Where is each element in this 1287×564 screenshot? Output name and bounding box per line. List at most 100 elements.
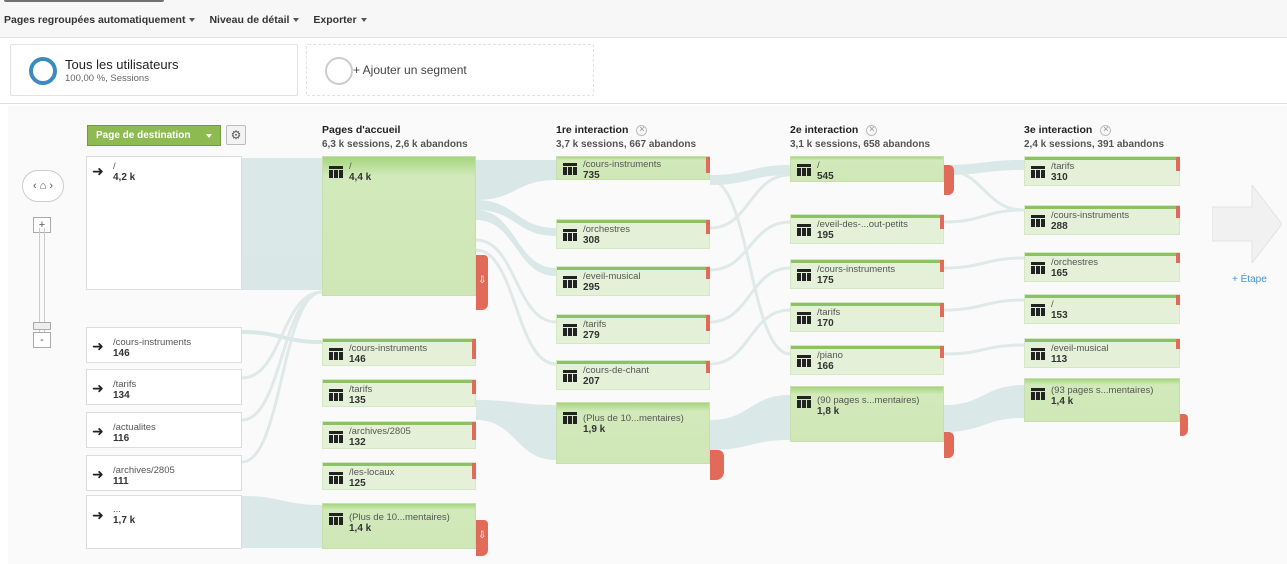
page-node[interactable]: /cours-instruments 175 bbox=[790, 259, 944, 289]
page-node[interactable]: /cours-de-chant 207 bbox=[556, 360, 710, 390]
page-icon bbox=[797, 312, 811, 324]
landing-node[interactable]: ➜ /cours-instruments 146 bbox=[86, 327, 242, 363]
page-icon bbox=[563, 324, 577, 336]
page-node[interactable]: (90 pages s...mentaires) 1,8 k bbox=[790, 386, 944, 442]
page-node[interactable]: /orchestres 308 bbox=[556, 219, 710, 249]
page-node[interactable]: /piano 166 bbox=[790, 345, 944, 375]
node-value: 1,9 k bbox=[583, 424, 606, 435]
node-value: 135 bbox=[349, 395, 366, 406]
add-step-arrow-icon[interactable] bbox=[1212, 185, 1282, 263]
page-node[interactable]: /archives/2805 132 bbox=[322, 421, 476, 449]
landing-node[interactable]: ➜ ... 1,7 k bbox=[86, 495, 242, 549]
page-icon bbox=[329, 472, 343, 484]
flow-link bbox=[943, 168, 1025, 212]
page-node[interactable]: /153 bbox=[1024, 294, 1180, 324]
dropoff-bar bbox=[1176, 157, 1180, 171]
entry-arrow-icon: ➜ bbox=[92, 466, 104, 482]
page-node[interactable]: /eveil-musical 113 bbox=[1024, 338, 1180, 368]
node-name: /piano bbox=[817, 350, 843, 361]
zoom-slider-handle[interactable] bbox=[33, 322, 51, 330]
node-name: /cours-instruments bbox=[113, 337, 192, 348]
dropoff-bar[interactable] bbox=[1180, 414, 1188, 436]
node-value: 125 bbox=[349, 478, 366, 489]
flow-link bbox=[943, 208, 1025, 224]
column-header-interaction-2: 2e interaction 3,1 k sessions, 658 aband… bbox=[790, 124, 930, 151]
flow-link bbox=[943, 343, 1025, 356]
dropoff-bar[interactable]: ⇩ bbox=[476, 255, 488, 310]
node-name: /cours-instruments bbox=[583, 159, 662, 170]
node-bar bbox=[323, 463, 475, 466]
zoom-out-label: - bbox=[40, 334, 44, 346]
page-node[interactable]: /eveil-des-...out-petits 195 bbox=[790, 214, 944, 244]
dropoff-bar[interactable] bbox=[944, 432, 954, 458]
flow-link bbox=[709, 266, 791, 324]
node-value: 288 bbox=[1051, 221, 1068, 232]
page-icon bbox=[1031, 388, 1045, 400]
page-icon bbox=[329, 389, 343, 401]
remove-step-icon[interactable] bbox=[866, 124, 878, 136]
node-name: /orchestres bbox=[1051, 257, 1098, 268]
node-value: 1,4 k bbox=[1051, 396, 1074, 407]
node-bar bbox=[1025, 157, 1179, 160]
dropoff-bar bbox=[706, 361, 710, 373]
home-icon: ⌂ bbox=[39, 180, 47, 192]
page-node[interactable]: /tarifs 170 bbox=[790, 302, 944, 332]
node-bar bbox=[557, 220, 709, 223]
dropoff-bar bbox=[706, 267, 710, 279]
node-name: /tarifs bbox=[349, 384, 373, 395]
landing-node[interactable]: ➜ /tarifs 134 bbox=[86, 369, 242, 405]
gear-icon[interactable]: ⚙ bbox=[226, 125, 246, 145]
zoom-out-button[interactable]: - bbox=[33, 332, 51, 348]
page-icon bbox=[563, 276, 577, 288]
page-node[interactable]: /tarifs 135 bbox=[322, 379, 476, 407]
page-icon bbox=[563, 229, 577, 241]
node-name: /eveil-des-...out-petits bbox=[817, 219, 908, 230]
page-node[interactable]: (Plus de 10...mentaires) 1,4 k bbox=[322, 503, 476, 549]
flow-link bbox=[476, 160, 556, 200]
page-icon bbox=[1031, 215, 1045, 227]
page-icon bbox=[797, 224, 811, 236]
node-name: /archives/2805 bbox=[349, 426, 411, 437]
page-node[interactable]: (93 pages s...mentaires) 1,4 k bbox=[1024, 378, 1180, 422]
node-value: 1,7 k bbox=[113, 515, 136, 526]
remove-step-icon[interactable] bbox=[1100, 124, 1112, 136]
page-node[interactable]: /les-locaux 125 bbox=[322, 462, 476, 490]
flow-link bbox=[710, 165, 790, 185]
flow-link bbox=[476, 400, 556, 460]
landing-node[interactable]: ➜ /archives/2805 111 bbox=[86, 455, 242, 491]
dropoff-bar[interactable] bbox=[944, 165, 954, 195]
dropoff-bar[interactable] bbox=[710, 450, 724, 480]
page-node[interactable]: /cours-instruments 288 bbox=[1024, 205, 1180, 235]
node-bar bbox=[323, 339, 475, 342]
page-node[interactable]: /cours-instruments 735 bbox=[556, 156, 710, 181]
node-value: 195 bbox=[817, 230, 834, 241]
node-name: (93 pages s...mentaires) bbox=[1051, 385, 1154, 396]
page-node[interactable]: /orchestres 165 bbox=[1024, 252, 1180, 282]
landing-node[interactable]: ➜ / 4,2 k bbox=[86, 156, 242, 290]
dimension-select[interactable]: Page de destination bbox=[87, 125, 221, 146]
page-node[interactable]: /eveil-musical 295 bbox=[556, 266, 710, 296]
node-bar bbox=[1025, 206, 1179, 209]
dropoff-bar bbox=[1176, 339, 1180, 349]
page-node[interactable]: (Plus de 10...mentaires) 1,9 k bbox=[556, 402, 710, 464]
node-value: 113 bbox=[1051, 354, 1068, 365]
node-bar bbox=[791, 346, 943, 349]
node-name: /actualites bbox=[113, 422, 156, 433]
node-name: (Plus de 10...mentaires) bbox=[583, 413, 684, 424]
home-pan-control[interactable]: ‹ ⌂ › bbox=[22, 170, 64, 202]
dimension-select-label: Page de destination bbox=[96, 130, 191, 141]
remove-step-icon[interactable] bbox=[636, 124, 648, 136]
node-name: / bbox=[349, 161, 352, 172]
page-node[interactable]: /tarifs 279 bbox=[556, 314, 710, 344]
column-stats: 6,3 k sessions, 2,6 k abandons bbox=[322, 139, 468, 150]
page-node[interactable]: / 4,4 k bbox=[322, 156, 476, 296]
dropoff-bar[interactable]: ⇩ bbox=[476, 520, 488, 556]
page-node[interactable]: /cours-instruments 146 bbox=[322, 338, 476, 366]
page-node[interactable]: /tarifs 310 bbox=[1024, 156, 1180, 186]
page-node[interactable]: /545 bbox=[790, 156, 944, 182]
add-step-link[interactable]: + Étape bbox=[1232, 274, 1267, 285]
node-bar bbox=[323, 380, 475, 383]
node-bar bbox=[791, 303, 943, 306]
flow-link bbox=[943, 298, 1025, 312]
landing-node[interactable]: ➜ /actualites 116 bbox=[86, 412, 242, 448]
